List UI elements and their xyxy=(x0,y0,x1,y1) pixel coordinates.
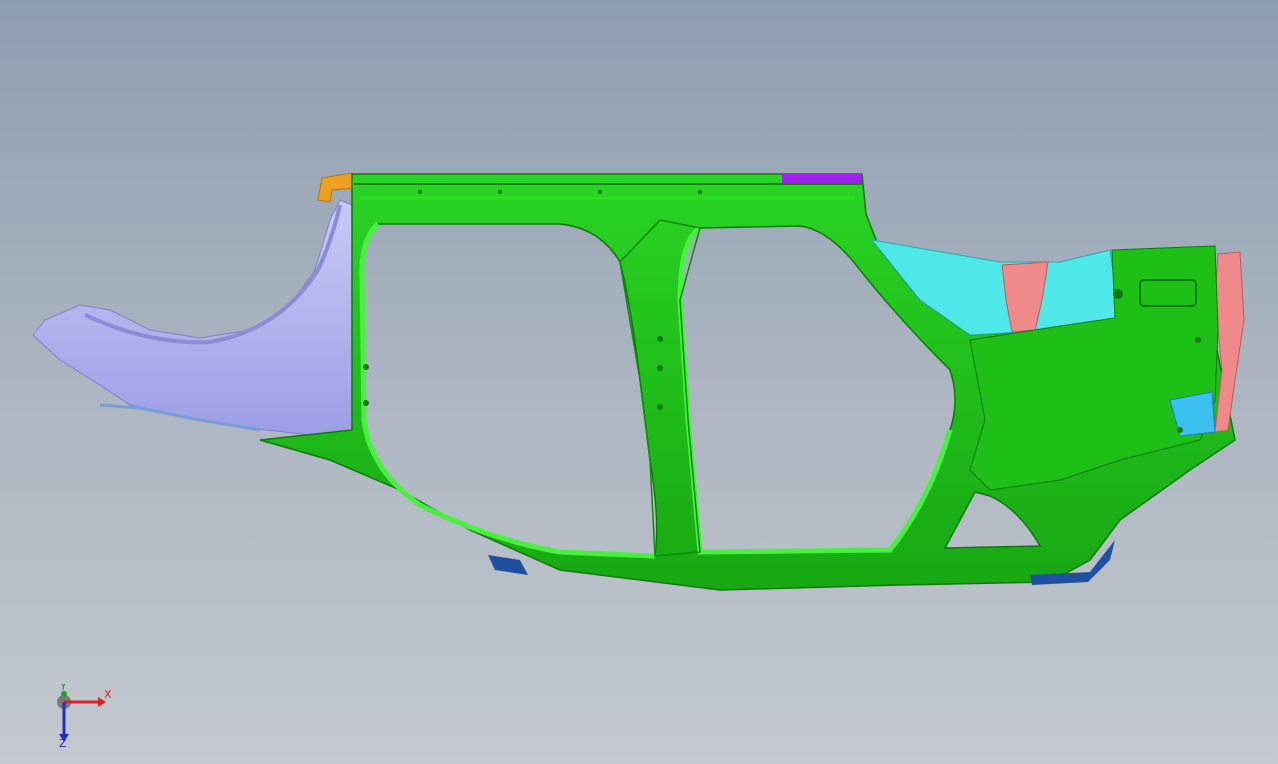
x-axis-label: X xyxy=(104,688,112,701)
rear-bracket-right xyxy=(1214,251,1245,433)
y-axis-label: Y xyxy=(59,684,67,693)
orange-corner-bracket xyxy=(317,172,355,203)
axis-triad: X Y Z xyxy=(57,684,112,748)
car-side-frame-model[interactable] xyxy=(0,0,1278,764)
z-axis-label: Z xyxy=(59,737,67,748)
front-door-flange xyxy=(359,222,656,559)
3d-viewport[interactable]: X Y Z xyxy=(0,0,1278,764)
sill-underside-left xyxy=(488,555,528,575)
purple-roof-segment xyxy=(782,174,862,183)
front-fender[interactable] xyxy=(32,199,353,441)
